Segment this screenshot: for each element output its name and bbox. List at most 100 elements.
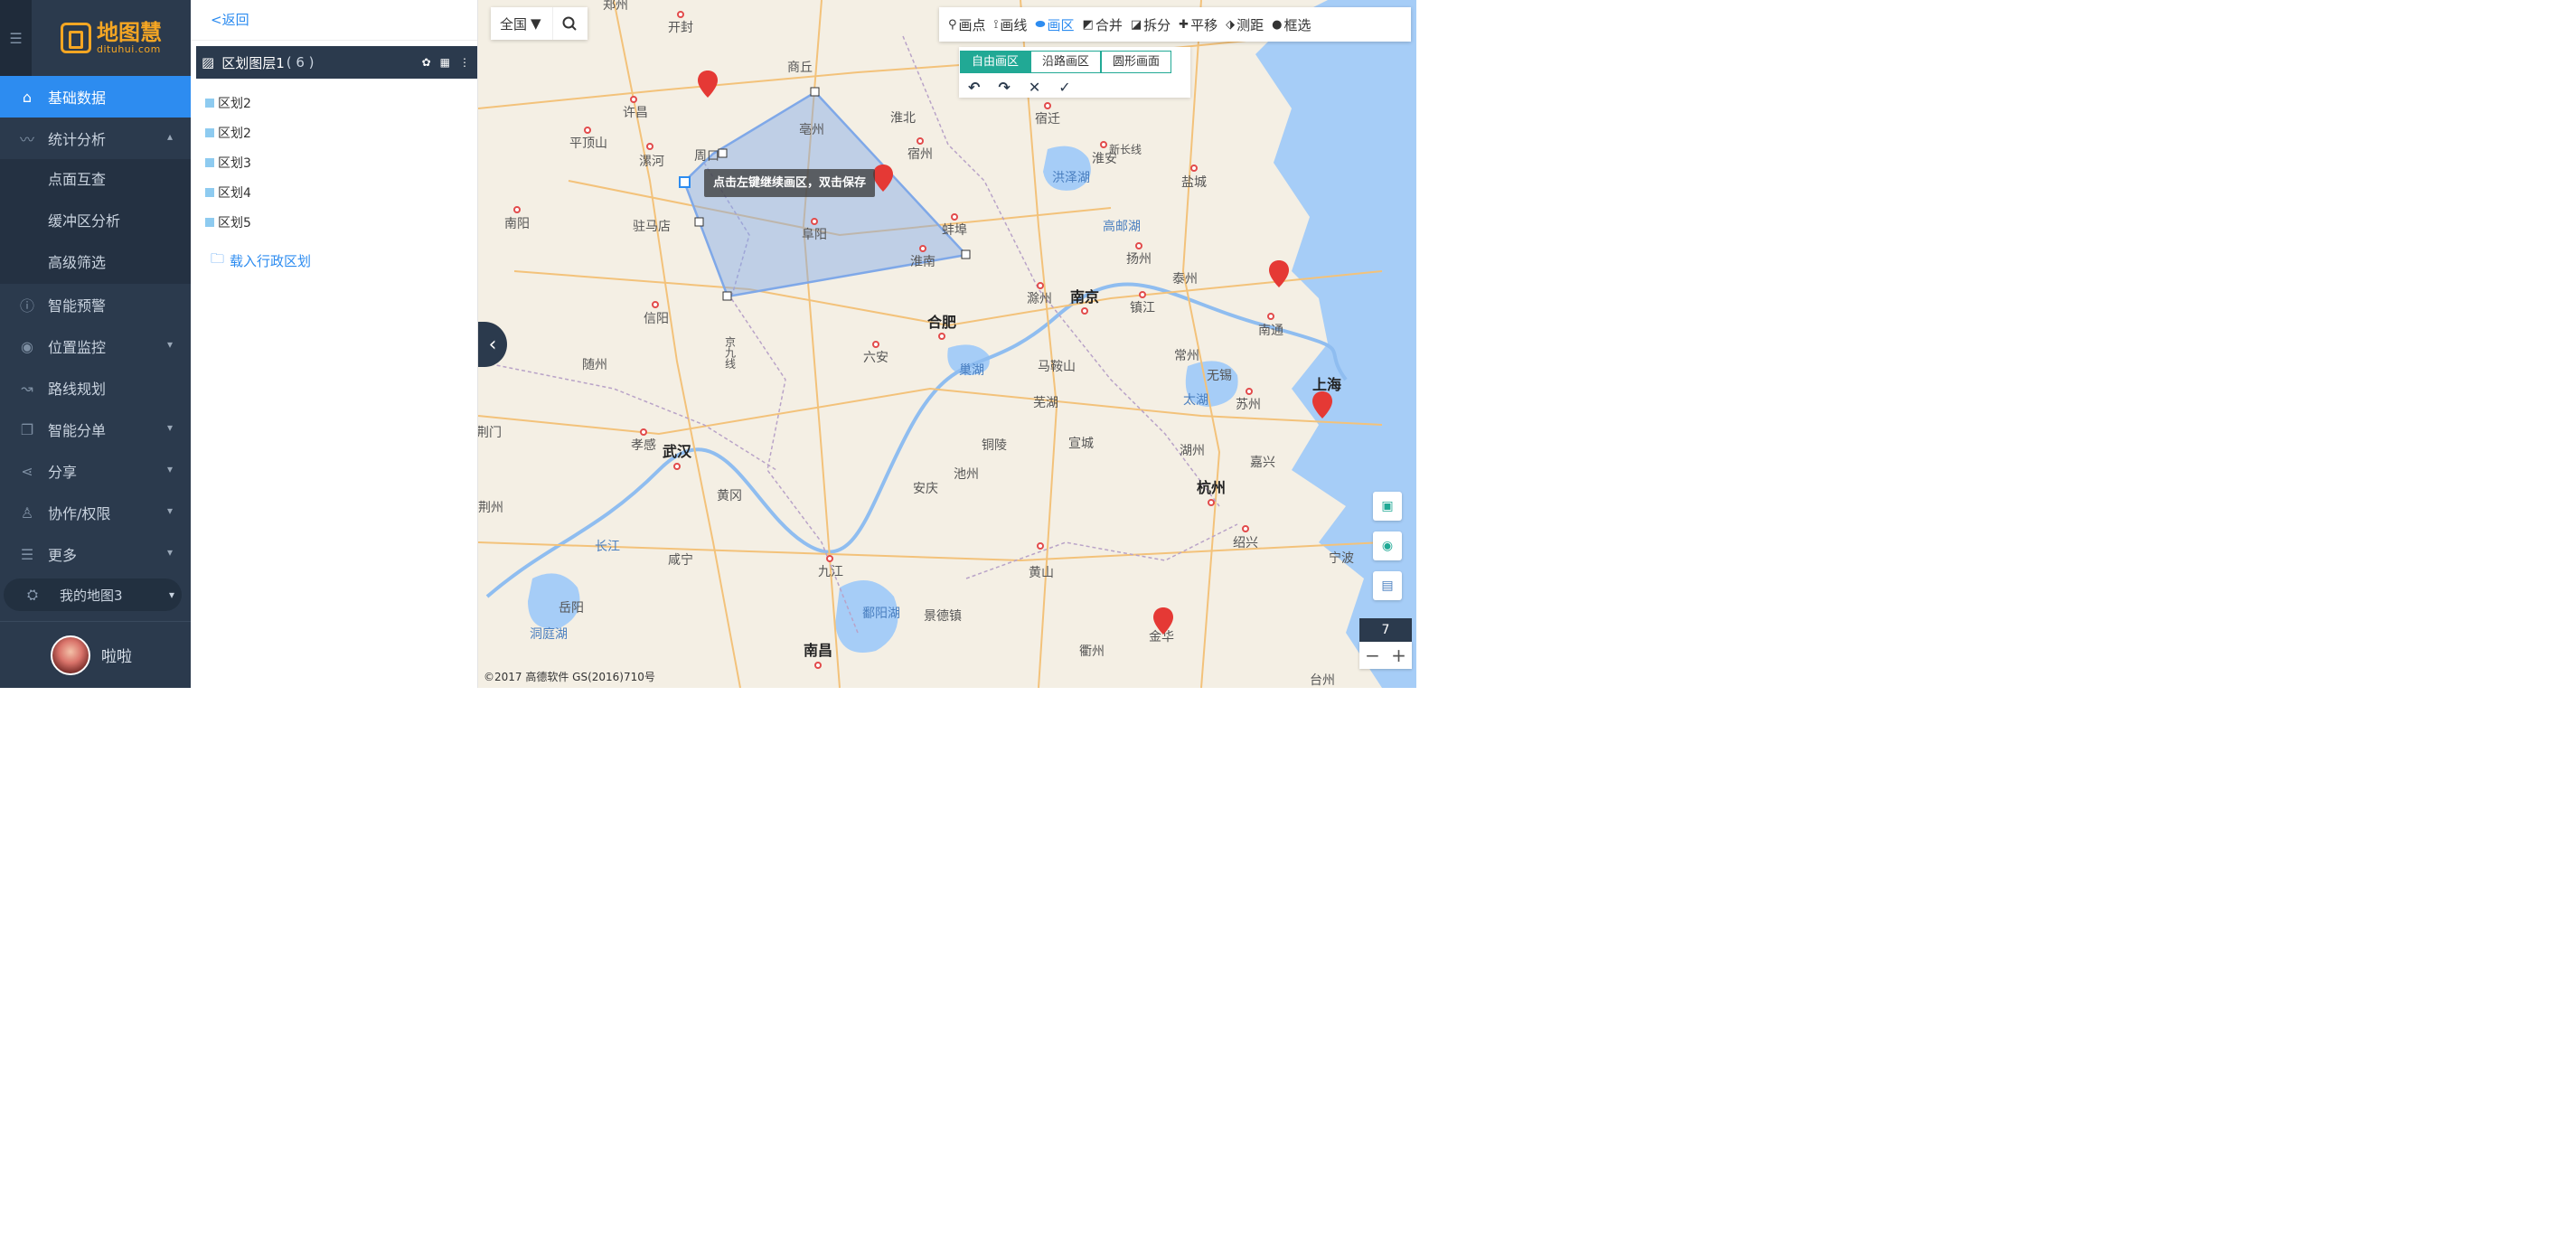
sidebar: ☰ 地图慧 dituhui.com ⌂ 基础数据 〰 统计分析 ▴ 点面互查 缓… [0, 0, 191, 688]
city-label: 绍兴 [1233, 536, 1258, 550]
undo-icon[interactable]: ↶ [968, 79, 980, 96]
logo-text: 地图慧 dituhui.com [97, 21, 162, 55]
load-admin-button[interactable]: 🗀 载入行政区划 [211, 249, 477, 272]
city-dot [1044, 102, 1051, 109]
item-label: 区划2 [218, 96, 251, 111]
city-dot [826, 555, 833, 562]
load-label: 载入行政区划 [230, 253, 312, 269]
layer-title: 区划图层1 [221, 54, 285, 71]
vertex-handle[interactable] [718, 148, 728, 158]
tool-measure[interactable]: ⬗ 测距 [1226, 15, 1264, 34]
city-label: 漯河 [639, 155, 664, 169]
region-select[interactable]: 全国 ▼ [491, 14, 552, 33]
draw-tooltip: 点击左键继续画区，双击保存 [704, 169, 876, 197]
vertex-handle[interactable] [961, 249, 971, 259]
mode-road-draw[interactable]: 沿路画区 [1030, 51, 1102, 73]
my-map-label: 我的地图3 [60, 587, 123, 604]
user-bar[interactable]: 啦啦 [0, 621, 191, 688]
city-label: 衢州 [1079, 644, 1105, 659]
check-icon[interactable]: ✓ [1058, 79, 1070, 96]
layer-header[interactable]: ▨ 区划图层1 ( 6 ) ✿ ▦ ⋮ [196, 46, 477, 79]
city-label: 南阳 [504, 217, 530, 231]
table-icon[interactable]: ▦ [440, 56, 450, 69]
tool-lasso[interactable]: ● 框选 [1272, 15, 1311, 34]
city-label: 岳阳 [559, 601, 584, 616]
city-label: 驻马店 [633, 220, 671, 234]
nav-subitem-buffer[interactable]: 缓冲区分析 [0, 201, 191, 242]
logo: 地图慧 dituhui.com [32, 0, 191, 76]
list-item[interactable]: 区划5 [205, 207, 477, 237]
nav-item-route[interactable]: ↝ 路线规划 [0, 367, 191, 409]
eye-icon[interactable]: ◉ [1373, 531, 1402, 560]
chevron-down-icon: ▾ [166, 546, 173, 559]
list-item[interactable]: 区划2 [205, 88, 477, 118]
user-icon: ♙ [20, 503, 34, 522]
location-icon: ◉ [21, 337, 33, 355]
more-vertical-icon[interactable]: ⋮ [459, 56, 470, 69]
logo-cn: 地图慧 [97, 20, 162, 45]
tool-merge[interactable]: ◩ 合并 [1083, 15, 1123, 34]
city-label: 台州 [1310, 673, 1335, 688]
search-icon[interactable] [552, 7, 585, 40]
lasso-icon: ● [1272, 17, 1283, 32]
city-dot [1208, 499, 1215, 506]
city-dot [640, 428, 647, 436]
city-dot [677, 11, 684, 18]
vertex-handle[interactable] [810, 87, 820, 97]
collapse-menu-icon[interactable]: ☰ [0, 0, 32, 76]
username: 啦啦 [101, 648, 132, 666]
water-label: 巢湖 [959, 363, 984, 378]
map-type-icon[interactable]: ▤ [1373, 571, 1402, 600]
list-item[interactable]: 区划3 [205, 147, 477, 177]
nav-item-dispatch[interactable]: ❐ 智能分单 ▾ [0, 409, 191, 450]
nav-subitem-filter[interactable]: 高级筛选 [0, 242, 191, 284]
nav-item-alert[interactable]: ⓘ 智能预警 [0, 284, 191, 325]
tool-split[interactable]: ◪ 拆分 [1131, 15, 1170, 34]
map-marker-icon[interactable] [1312, 391, 1332, 419]
water-label: 洪泽湖 [1052, 171, 1090, 185]
map-marker-icon[interactable] [1153, 607, 1173, 635]
nav-item-share[interactable]: ⋖ 分享 ▾ [0, 450, 191, 492]
city-label: 淮南 [910, 255, 935, 269]
nav-subitem-point-area[interactable]: 点面互查 [0, 159, 191, 201]
nav-label: 智能预警 [48, 297, 107, 315]
nav-item-basic-data[interactable]: ⌂ 基础数据 [0, 76, 191, 118]
nav-item-monitor[interactable]: ◉ 位置监控 ▾ [0, 325, 191, 367]
palette-icon[interactable]: ✿ [422, 56, 431, 69]
city-label: 宿州 [907, 147, 933, 162]
avatar[interactable] [51, 635, 90, 675]
tool-draw-area[interactable]: ⬬ 画区 [1035, 15, 1074, 34]
redo-icon[interactable]: ↷ [998, 79, 1010, 96]
back-link[interactable]: <返回 [191, 0, 477, 41]
active-vertex-handle[interactable] [679, 176, 691, 188]
vertex-handle[interactable] [722, 291, 732, 301]
region-search[interactable]: 全国 ▼ [491, 7, 588, 40]
save-icon[interactable]: ▣ [1373, 492, 1402, 521]
city-dot [811, 218, 818, 225]
my-map-selector[interactable]: ⛭ 我的地图3 ▾ [4, 578, 182, 611]
map-marker-icon[interactable] [1269, 260, 1289, 287]
mode-free-draw[interactable]: 自由画区 [960, 51, 1031, 73]
mode-circle-draw[interactable]: 圆形画面 [1101, 51, 1172, 73]
zoom-in-button[interactable]: + [1386, 642, 1412, 669]
vertex-handle[interactable] [694, 217, 704, 227]
close-icon[interactable]: ✕ [1029, 79, 1040, 96]
map-marker-icon[interactable] [698, 71, 718, 98]
tool-draw-point[interactable]: ⚲ 画点 [948, 15, 986, 34]
nav-item-statistics[interactable]: 〰 统计分析 ▴ [0, 118, 191, 159]
nav-item-collab[interactable]: ♙ 协作/权限 ▾ [0, 492, 191, 533]
nav-label: 基础数据 [48, 89, 107, 107]
map-marker-icon[interactable] [873, 165, 893, 192]
list-item[interactable]: 区划4 [205, 177, 477, 207]
city-dot [1037, 282, 1044, 289]
tool-move[interactable]: ✚ 平移 [1179, 15, 1217, 34]
tool-label: 测距 [1236, 16, 1264, 33]
item-label: 区划4 [218, 185, 251, 201]
zoom-out-button[interactable]: − [1359, 642, 1386, 669]
map-canvas[interactable]: 郑州 开封 商丘 许昌 平顶山 漯河 周口 亳州 淮北 宿州 宿迁 淮安 盐城 … [478, 0, 1416, 688]
list-item[interactable]: 区划2 [205, 118, 477, 147]
tool-draw-line[interactable]: ⟟ 画线 [994, 15, 1028, 34]
city-dot [646, 143, 653, 150]
nav-item-more[interactable]: ☰ 更多 ▾ [0, 533, 191, 575]
city-dot [917, 137, 924, 145]
